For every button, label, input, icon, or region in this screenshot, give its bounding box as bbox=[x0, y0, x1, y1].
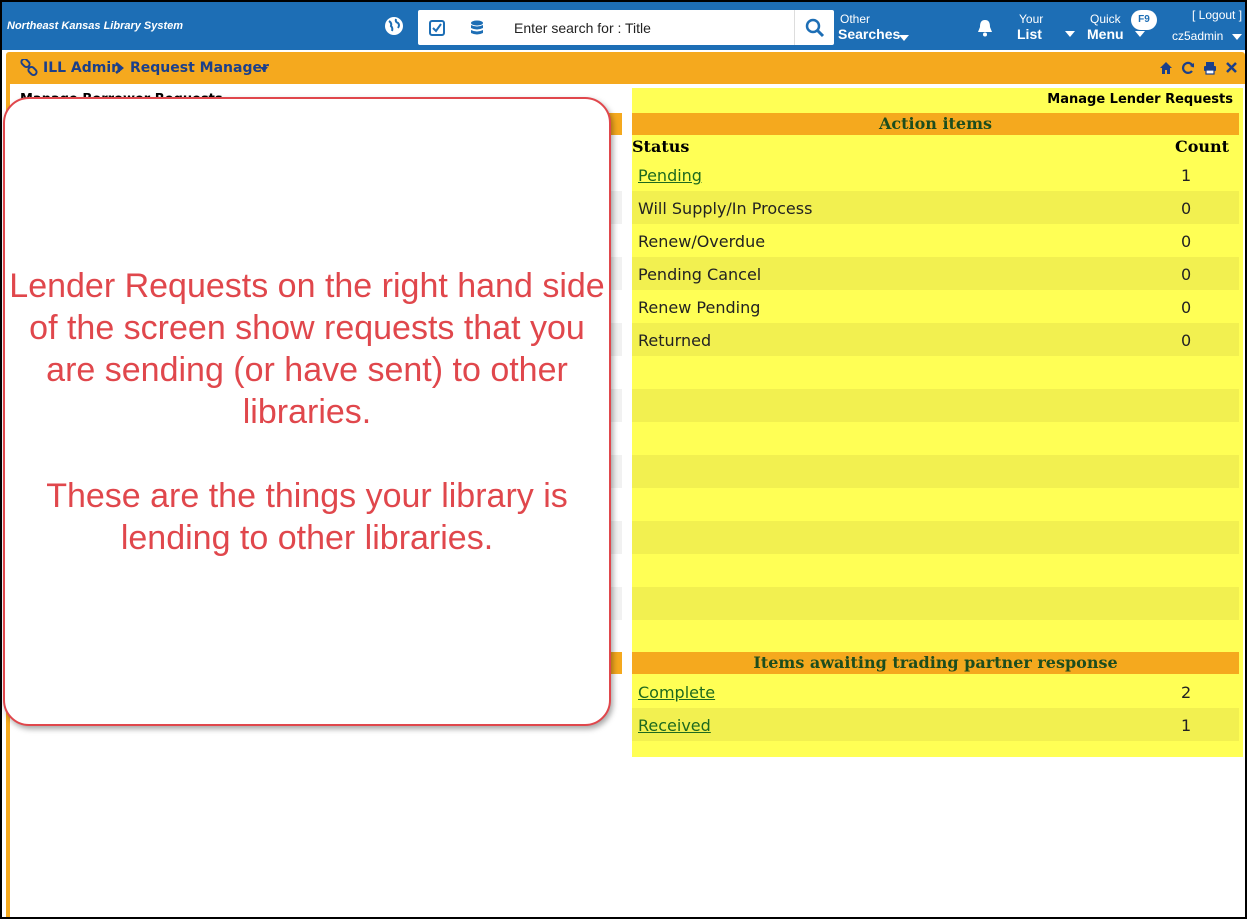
globe-icon[interactable] bbox=[383, 15, 405, 37]
search-icon bbox=[805, 18, 825, 38]
status-link-complete[interactable]: Complete bbox=[638, 683, 715, 702]
chevron-right-icon bbox=[115, 62, 124, 74]
status-link-received[interactable]: Received bbox=[638, 716, 711, 735]
search-box[interactable]: Enter search for : Title bbox=[418, 10, 834, 45]
empty-row bbox=[632, 389, 1239, 422]
empty-row bbox=[632, 356, 1239, 389]
empty-row bbox=[632, 587, 1239, 620]
home-icon[interactable] bbox=[1159, 61, 1173, 75]
search-button[interactable] bbox=[794, 10, 834, 45]
status-label: Renew/Overdue bbox=[638, 232, 766, 251]
bell-icon[interactable] bbox=[975, 18, 995, 38]
chevron-down-icon[interactable] bbox=[1135, 31, 1145, 37]
status-count: 0 bbox=[1181, 265, 1192, 284]
table-row[interactable]: Pending 1 bbox=[632, 158, 1239, 191]
table-row: Will Supply/In Process 0 bbox=[632, 191, 1239, 224]
f9-shortcut-badge: F9 bbox=[1131, 10, 1157, 30]
awaiting-response-header: Items awaiting trading partner response bbox=[632, 652, 1239, 674]
breadcrumb-request-manager[interactable]: Request Manager bbox=[130, 60, 269, 76]
empty-row bbox=[632, 521, 1239, 554]
status-label: Renew Pending bbox=[638, 298, 761, 317]
chevron-down-icon[interactable] bbox=[1232, 34, 1242, 40]
link-icon bbox=[20, 59, 38, 77]
status-label: Pending Cancel bbox=[638, 265, 762, 284]
status-count: 0 bbox=[1181, 298, 1192, 317]
status-count: 0 bbox=[1181, 331, 1192, 350]
status-count: 2 bbox=[1181, 683, 1192, 702]
status-link-pending[interactable]: Pending bbox=[638, 166, 702, 185]
top-nav-bar: Northeast Kansas Library System Enter se… bbox=[2, 2, 1245, 50]
table-row[interactable]: Received 1 bbox=[632, 708, 1239, 741]
status-count: 1 bbox=[1181, 166, 1192, 185]
username-menu[interactable]: cz5admin bbox=[1172, 29, 1223, 43]
close-icon[interactable] bbox=[1226, 62, 1237, 73]
print-icon[interactable] bbox=[1203, 61, 1217, 75]
chevron-down-icon[interactable] bbox=[1065, 31, 1075, 37]
table-row: Renew/Overdue 0 bbox=[632, 224, 1239, 257]
status-count: 0 bbox=[1181, 199, 1192, 218]
breadcrumb: ILL Admin Request Manager bbox=[6, 52, 1245, 84]
callout-text-lender: Lender Requests on the right hand side o… bbox=[9, 267, 605, 431]
chevron-down-icon[interactable] bbox=[899, 35, 909, 41]
your-list-menu[interactable]: List bbox=[1017, 26, 1042, 42]
status-column-header: Status bbox=[632, 137, 690, 156]
chevron-down-icon[interactable] bbox=[260, 67, 268, 72]
table-row: Pending Cancel 0 bbox=[632, 257, 1239, 290]
status-count: 0 bbox=[1181, 232, 1192, 251]
table-row: Returned 0 bbox=[632, 323, 1239, 356]
empty-row bbox=[632, 422, 1239, 455]
breadcrumb-ill-admin[interactable]: ILL Admin bbox=[43, 60, 121, 76]
checklist-icon[interactable] bbox=[428, 19, 446, 37]
callout-text-lending: These are the things your library is len… bbox=[46, 477, 568, 557]
empty-row bbox=[632, 620, 1239, 653]
annotation-callout: Lender Requests on the right hand side o… bbox=[3, 97, 611, 726]
quick-label[interactable]: Quick bbox=[1090, 12, 1121, 26]
lender-requests-panel: Manage Lender Requests Action items Stat… bbox=[632, 88, 1243, 757]
logout-link[interactable]: [ Logout ] bbox=[1192, 8, 1242, 22]
empty-row bbox=[632, 455, 1239, 488]
status-label: Returned bbox=[638, 331, 712, 350]
count-column-header: Count bbox=[1175, 137, 1230, 156]
your-label[interactable]: Your bbox=[1019, 12, 1043, 26]
database-icon[interactable] bbox=[468, 19, 486, 37]
search-input[interactable]: Enter search for : Title bbox=[514, 20, 651, 36]
refresh-icon[interactable] bbox=[1181, 61, 1195, 75]
status-count: 1 bbox=[1181, 716, 1192, 735]
table-row[interactable]: Complete 2 bbox=[632, 675, 1239, 708]
quick-menu[interactable]: Menu bbox=[1087, 26, 1124, 42]
panel-title: Manage Lender Requests bbox=[1047, 92, 1233, 107]
org-name: Northeast Kansas Library System bbox=[7, 20, 184, 32]
status-label: Will Supply/In Process bbox=[638, 199, 813, 218]
other-label[interactable]: Other bbox=[840, 12, 870, 26]
empty-row bbox=[632, 488, 1239, 521]
table-row: Renew Pending 0 bbox=[632, 290, 1239, 323]
empty-row bbox=[632, 554, 1239, 587]
other-searches-menu[interactable]: Searches bbox=[838, 26, 900, 42]
action-items-header: Action items bbox=[632, 113, 1239, 135]
